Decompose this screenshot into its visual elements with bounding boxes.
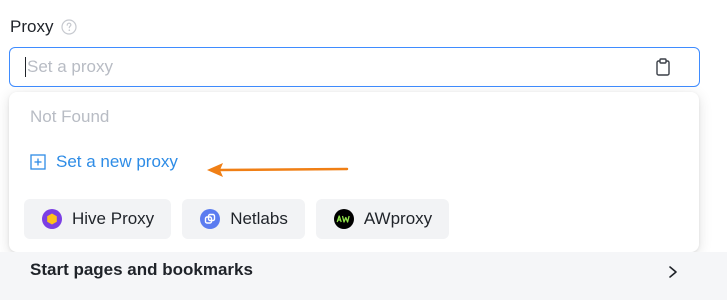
text-cursor (25, 57, 26, 77)
clipboard-icon[interactable] (653, 57, 673, 77)
start-pages-row[interactable]: Start pages and bookmarks (0, 252, 727, 300)
hive-proxy-icon (42, 209, 62, 229)
annotation-arrow-icon (207, 163, 349, 177)
question-circle-icon[interactable] (61, 19, 78, 35)
not-found-text: Not Found (30, 107, 110, 126)
chip-label: Hive Proxy (72, 209, 155, 228)
set-new-proxy-button[interactable]: Set a new proxy (30, 152, 178, 172)
chevron-right-icon[interactable] (666, 265, 680, 279)
proxy-chips: Hive Proxy Netlabs AWproxy (24, 199, 450, 239)
proxy-input[interactable] (27, 48, 653, 86)
chip-awproxy[interactable]: AWproxy (315, 199, 450, 239)
chip-hive-proxy[interactable]: Hive Proxy (24, 199, 172, 239)
set-new-proxy-label: Set a new proxy (56, 152, 178, 171)
chip-label: Netlabs (230, 209, 288, 228)
proxy-dropdown: Not Found Set a new proxy Hive Proxy Net… (9, 92, 699, 252)
netlabs-icon (200, 209, 221, 229)
start-pages-label: Start pages and bookmarks (30, 260, 253, 279)
chip-label: AWproxy (363, 209, 433, 228)
proxy-label-text: Proxy (10, 17, 54, 36)
chip-netlabs[interactable]: Netlabs (182, 199, 305, 239)
plus-square-icon (30, 154, 46, 170)
proxy-field-label: Proxy (10, 17, 78, 37)
proxy-input-wrapper[interactable] (9, 47, 700, 87)
awproxy-icon (333, 209, 354, 229)
